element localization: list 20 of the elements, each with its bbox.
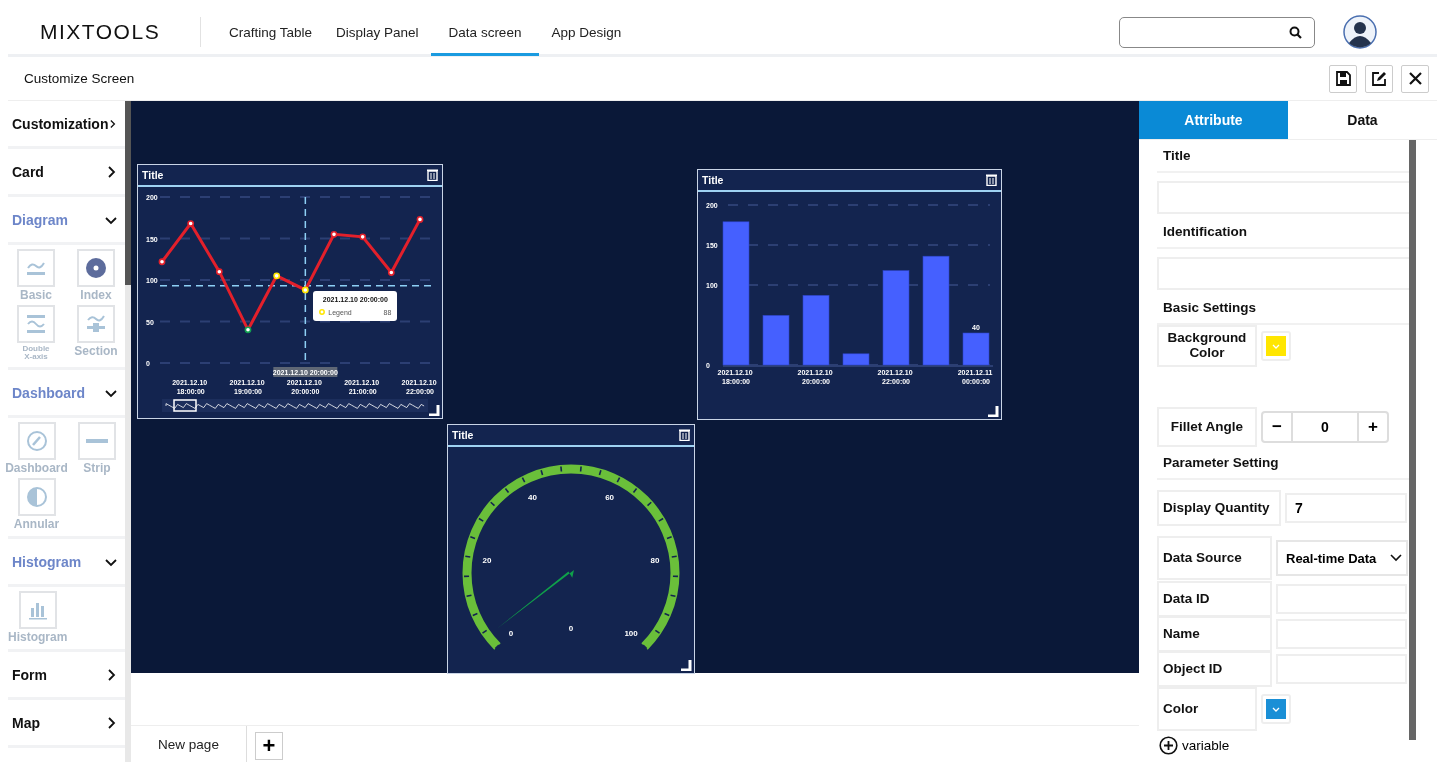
card-title: Title: [142, 169, 164, 181]
field-label: Data ID: [1157, 581, 1272, 617]
field-label: Name: [1157, 616, 1272, 652]
scale-label: 60: [605, 493, 615, 503]
app-logo: MIXTOOLS: [39, 20, 162, 44]
field-label: Object ID: [1157, 651, 1272, 687]
scale-label: 80: [650, 555, 660, 565]
field-label: Data Source: [1157, 536, 1272, 580]
field-label: Fillet Angle: [1157, 407, 1257, 447]
field-label: Background Color: [1157, 325, 1257, 367]
scale-label: 20: [482, 555, 492, 565]
scale-label: 100: [624, 629, 638, 639]
gauge-value: 0: [568, 624, 574, 633]
scale-label: 0: [508, 629, 514, 639]
field-label: Display Quantity: [1157, 490, 1281, 526]
card-title: Title: [452, 429, 474, 441]
scale-label: 40: [527, 493, 537, 503]
card-title: Title: [702, 174, 724, 186]
field-label: Color: [1157, 687, 1257, 731]
page-title: Customize Screen: [24, 71, 136, 86]
